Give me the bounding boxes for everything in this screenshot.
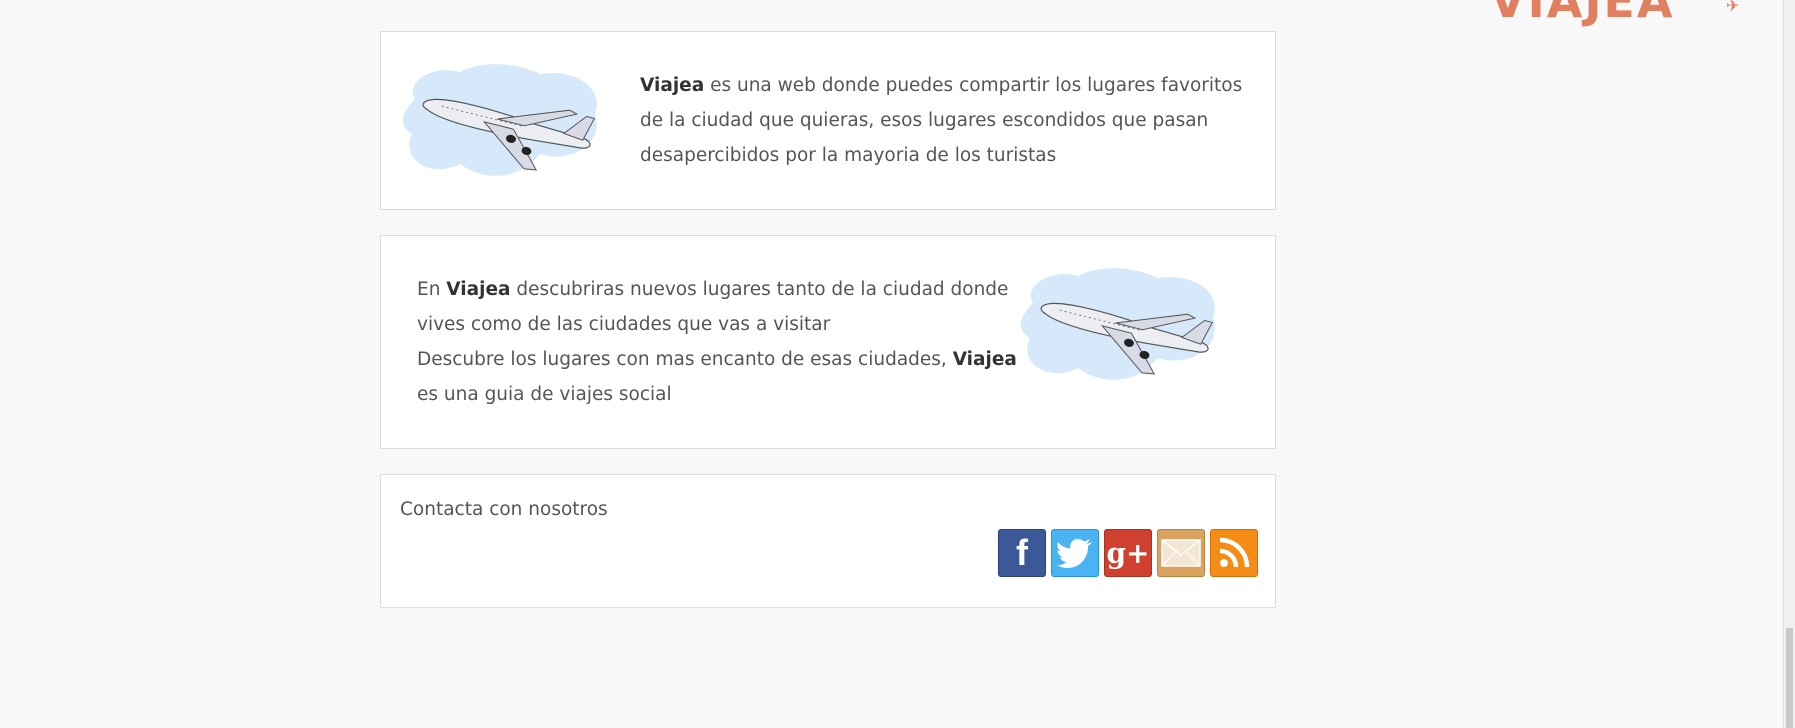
logo-text: VIAJEA bbox=[1490, 0, 1675, 28]
viajea-logo[interactable]: VIAJEA ✈ bbox=[1490, 0, 1746, 36]
brand-name: Viajea bbox=[640, 75, 705, 96]
contact-card: Contacta con nosotros f g+ bbox=[380, 474, 1276, 608]
about-text-2-line2-suffix: es una guia de viajes social bbox=[417, 384, 672, 405]
about-text-2-line2: Descubre los lugares con mas encanto de … bbox=[417, 349, 953, 370]
about-card-2: En Viajea descubriras nuevos lugares tan… bbox=[380, 235, 1276, 449]
facebook-button[interactable]: f bbox=[998, 529, 1046, 577]
scrollbar-thumb[interactable] bbox=[1786, 628, 1793, 728]
google-plus-button[interactable]: g+ bbox=[1104, 529, 1152, 577]
about-text-2-prefix: En bbox=[417, 279, 447, 300]
rss-icon bbox=[1219, 537, 1250, 568]
airplane-icon: ✈ bbox=[1726, 0, 1740, 15]
airplane-illustration bbox=[1020, 268, 1215, 380]
rss-button[interactable] bbox=[1210, 529, 1258, 577]
about-text-2: En Viajea descubriras nuevos lugares tan… bbox=[417, 272, 1017, 412]
brand-name: Viajea bbox=[952, 349, 1017, 370]
google-plus-icon: g+ bbox=[1106, 536, 1150, 570]
twitter-button[interactable] bbox=[1051, 529, 1099, 577]
social-links: f g+ bbox=[998, 529, 1258, 577]
brand-name: Viajea bbox=[446, 279, 511, 300]
facebook-icon: f bbox=[1016, 532, 1028, 573]
about-card-1: Viajea es una web donde puedes compartir… bbox=[380, 31, 1276, 210]
page: VIAJEA ✈ Viajea es una web donde puedes … bbox=[0, 0, 1795, 728]
about-text-1-body: es una web donde puedes compartir los lu… bbox=[640, 75, 1243, 166]
about-text-1: Viajea es una web donde puedes compartir… bbox=[640, 68, 1250, 173]
email-button[interactable] bbox=[1157, 529, 1205, 577]
contact-title: Contacta con nosotros bbox=[400, 499, 608, 520]
mail-icon bbox=[1161, 539, 1201, 567]
vertical-scrollbar[interactable] bbox=[1783, 0, 1795, 728]
twitter-icon bbox=[1057, 538, 1092, 568]
airplane-illustration bbox=[402, 64, 597, 176]
